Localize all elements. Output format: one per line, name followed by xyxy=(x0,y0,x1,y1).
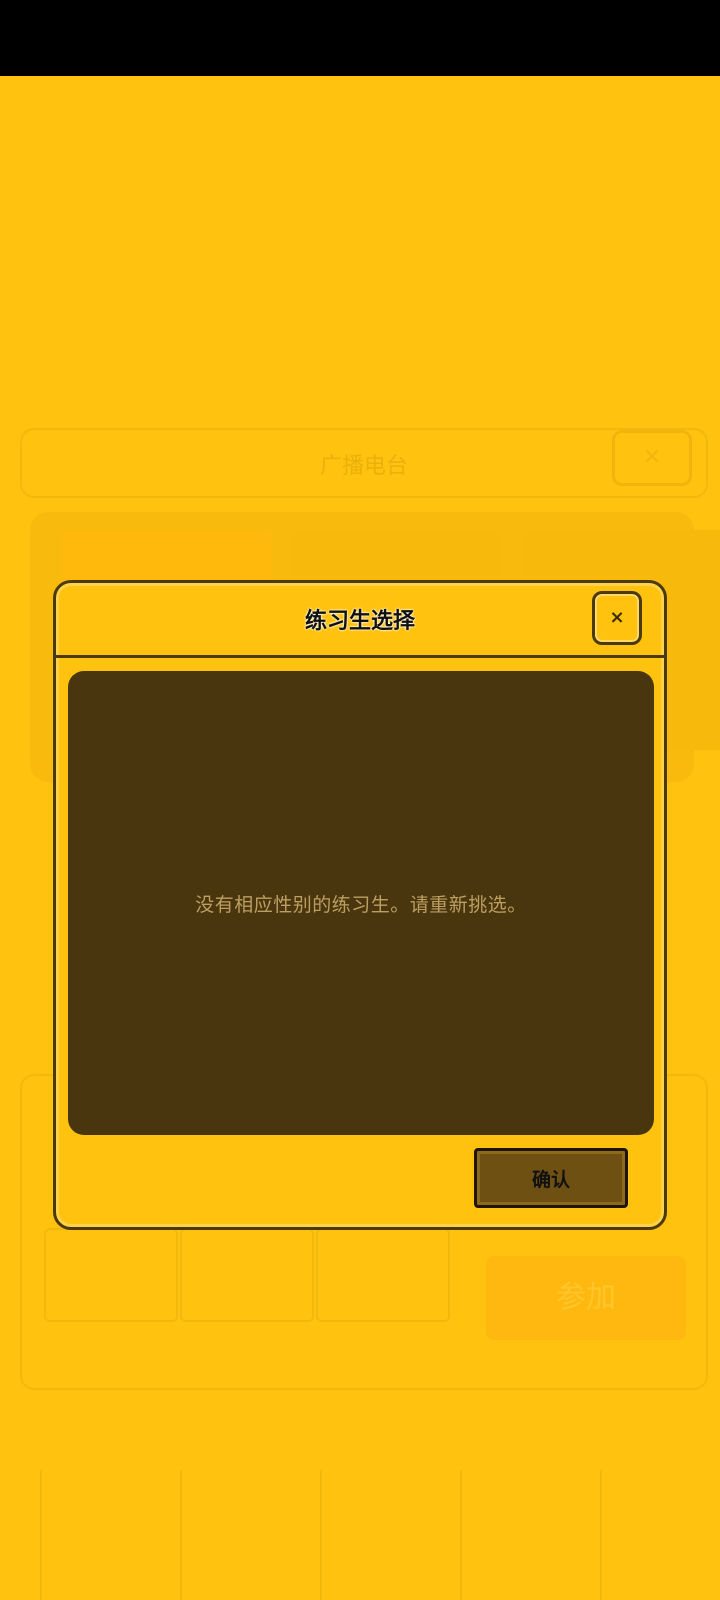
background-title: 广播电台 xyxy=(319,454,408,479)
background-tab xyxy=(40,1470,172,1600)
background-title-bar: 广播电台 xyxy=(20,428,708,498)
message-text: 没有相应性别的练习生。请重新挑选。 xyxy=(195,893,527,916)
dialog-title: 练习生选择 xyxy=(304,609,415,634)
dialog-close-button[interactable]: × xyxy=(592,591,642,645)
confirm-button[interactable]: 确认 xyxy=(474,1148,628,1208)
dialog-header: 练习生选择 × xyxy=(56,583,664,658)
background-cell xyxy=(44,1228,178,1322)
close-icon: × xyxy=(609,607,625,628)
background-tab xyxy=(180,1470,312,1600)
background-tab xyxy=(460,1470,592,1600)
background-tab xyxy=(600,1470,720,1600)
background-close-button: × xyxy=(612,430,692,486)
background-join-button: 参加 xyxy=(486,1256,686,1340)
message-box: 没有相应性别的练习生。请重新挑选。 xyxy=(68,671,654,1135)
trainee-select-dialog: 练习生选择 × 没有相应性别的练习生。请重新挑选。 确认 xyxy=(53,580,667,1230)
confirm-button-label: 确认 xyxy=(531,1168,570,1191)
background-cell xyxy=(180,1228,314,1322)
background-tab-bar xyxy=(0,1470,720,1600)
background-cell xyxy=(316,1228,450,1322)
background-tab xyxy=(320,1470,452,1600)
